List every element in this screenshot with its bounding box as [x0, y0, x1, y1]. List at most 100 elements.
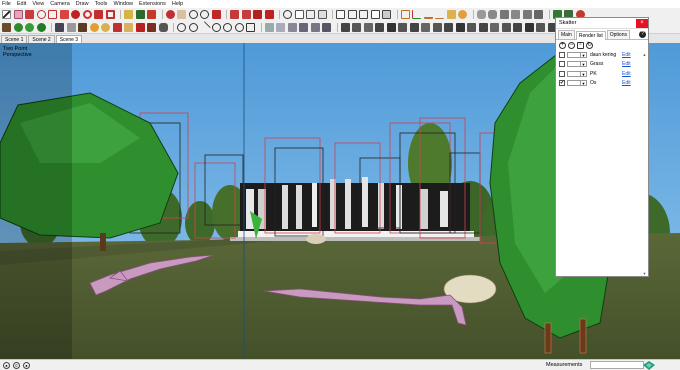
item-swatch[interactable] — [567, 51, 581, 58]
menu-draw[interactable]: Draw — [76, 1, 89, 7]
spline-icon[interactable] — [223, 22, 232, 32]
text-tool-icon[interactable] — [135, 10, 145, 19]
style-11-icon[interactable] — [455, 22, 465, 32]
style-9-icon[interactable] — [432, 22, 442, 32]
view-left-icon[interactable] — [322, 22, 331, 32]
edit-link[interactable]: Edit — [622, 61, 631, 67]
rectangle-tool-icon[interactable] — [48, 10, 57, 19]
copy-icon[interactable]: ▫ — [577, 41, 584, 49]
add-icon[interactable]: + — [559, 41, 566, 49]
style-8-icon[interactable] — [421, 22, 430, 32]
item-checkbox[interactable] — [559, 51, 565, 58]
tab-scene-1[interactable]: Scene 1 — [1, 35, 28, 43]
axes-icon[interactable] — [412, 10, 421, 19]
skatter-title-bar[interactable]: Skatter × — [556, 18, 648, 29]
add-detail-icon[interactable] — [522, 10, 532, 19]
shaded-icon[interactable] — [382, 10, 391, 19]
wireframe-icon[interactable] — [359, 10, 368, 19]
style-6-icon[interactable] — [398, 22, 407, 32]
view-right-icon[interactable] — [299, 22, 308, 32]
menu-tools[interactable]: Tools — [95, 1, 108, 7]
menu-view[interactable]: View — [32, 1, 44, 7]
edit-link[interactable]: Edit — [622, 52, 631, 58]
angle-icon[interactable] — [435, 10, 444, 19]
item-swatch[interactable] — [567, 61, 581, 68]
zoom-icon[interactable] — [188, 10, 198, 19]
scroll-down-icon[interactable]: ▼ — [642, 271, 647, 276]
style-17-icon[interactable] — [524, 22, 534, 32]
style-1-icon[interactable] — [340, 22, 350, 32]
xray-icon[interactable] — [336, 10, 345, 19]
measurements-input[interactable] — [590, 361, 644, 369]
style-14-icon[interactable] — [490, 22, 499, 32]
share-model-icon[interactable] — [253, 10, 262, 19]
tab-render-list[interactable]: Render list — [575, 31, 606, 40]
hidden-line-icon[interactable] — [370, 10, 380, 19]
tree-icon[interactable] — [13, 22, 23, 32]
style-15-icon[interactable] — [501, 22, 511, 32]
guide-icon[interactable] — [458, 10, 467, 19]
cube-icon[interactable] — [2, 22, 11, 32]
pan-icon[interactable] — [177, 10, 186, 19]
arc-tool-icon[interactable] — [36, 10, 46, 19]
rotate-tool-icon[interactable] — [82, 10, 92, 19]
scrollbar[interactable]: ▲ ▼ — [642, 52, 647, 276]
warehouse-icon[interactable] — [230, 10, 239, 19]
style-10-icon[interactable] — [444, 22, 453, 32]
select-tool-icon[interactable] — [2, 10, 11, 19]
line-icon[interactable] — [198, 20, 211, 34]
chevron-down-icon[interactable]: ▼ — [581, 51, 587, 58]
view-iso-icon[interactable] — [264, 22, 274, 32]
box-icon[interactable] — [124, 22, 133, 32]
scroll-up-icon[interactable]: ▲ — [642, 52, 647, 57]
user-icon[interactable]: ● — [23, 361, 30, 369]
menu-file[interactable]: File — [2, 1, 11, 7]
zoom-window-icon[interactable] — [200, 10, 209, 19]
tab-options[interactable]: Options — [606, 30, 630, 39]
gem-icon[interactable] — [135, 22, 145, 32]
tape-measure-icon[interactable] — [124, 10, 133, 19]
remove-icon[interactable]: − — [568, 41, 575, 49]
stamp-icon[interactable] — [499, 10, 509, 19]
arc-icon[interactable] — [234, 22, 244, 32]
tab-main[interactable]: Main — [558, 30, 575, 39]
chevron-down-icon[interactable]: ▼ — [581, 70, 587, 77]
layout-icon[interactable] — [264, 10, 274, 19]
offset-tool-icon[interactable] — [105, 10, 115, 19]
light-icon[interactable] — [89, 22, 99, 32]
edit-link[interactable]: Edit — [622, 71, 631, 77]
tab-scene-2[interactable]: Scene 2 — [28, 35, 55, 43]
zoom-extents-icon[interactable] — [211, 10, 221, 19]
protractor-icon[interactable] — [400, 10, 410, 19]
paint-bucket-icon[interactable] — [147, 10, 156, 19]
polyline-icon[interactable] — [246, 22, 255, 32]
style-3-icon[interactable] — [363, 22, 373, 32]
eraser-tool-icon[interactable] — [13, 10, 23, 19]
geolocation-icon[interactable]: ● — [3, 361, 10, 369]
push-pull-tool-icon[interactable] — [59, 10, 69, 19]
menu-edit[interactable]: Edit — [17, 1, 26, 7]
smoove-icon[interactable] — [488, 10, 497, 19]
bezier-icon[interactable] — [211, 22, 221, 32]
close-button[interactable]: × — [636, 18, 648, 28]
tab-scene-3[interactable]: Scene 3 — [55, 35, 83, 43]
view-top-icon[interactable] — [276, 22, 285, 32]
menu-camera[interactable]: Camera — [50, 1, 70, 7]
style-4-icon[interactable] — [375, 22, 384, 32]
menu-extensions[interactable]: Extensions — [139, 1, 166, 7]
curve-icon[interactable] — [188, 22, 198, 32]
item-checkbox[interactable] — [559, 61, 565, 68]
cloud-icon[interactable] — [158, 22, 168, 32]
chevron-down-icon[interactable]: ▼ — [581, 61, 587, 68]
tree-group-icon[interactable] — [36, 22, 46, 32]
chevron-down-icon[interactable]: ▼ — [581, 80, 587, 87]
back-edges-icon[interactable] — [347, 10, 357, 19]
component-icon[interactable] — [55, 22, 64, 32]
brush-icon[interactable] — [147, 22, 156, 32]
menu-window[interactable]: Window — [113, 1, 133, 7]
section-cut-icon[interactable] — [306, 10, 315, 19]
refresh-icon[interactable]: ↻ — [586, 41, 593, 49]
camera-icon[interactable] — [66, 22, 76, 32]
weld-icon[interactable] — [177, 22, 186, 32]
section-plane-icon[interactable] — [283, 10, 292, 19]
